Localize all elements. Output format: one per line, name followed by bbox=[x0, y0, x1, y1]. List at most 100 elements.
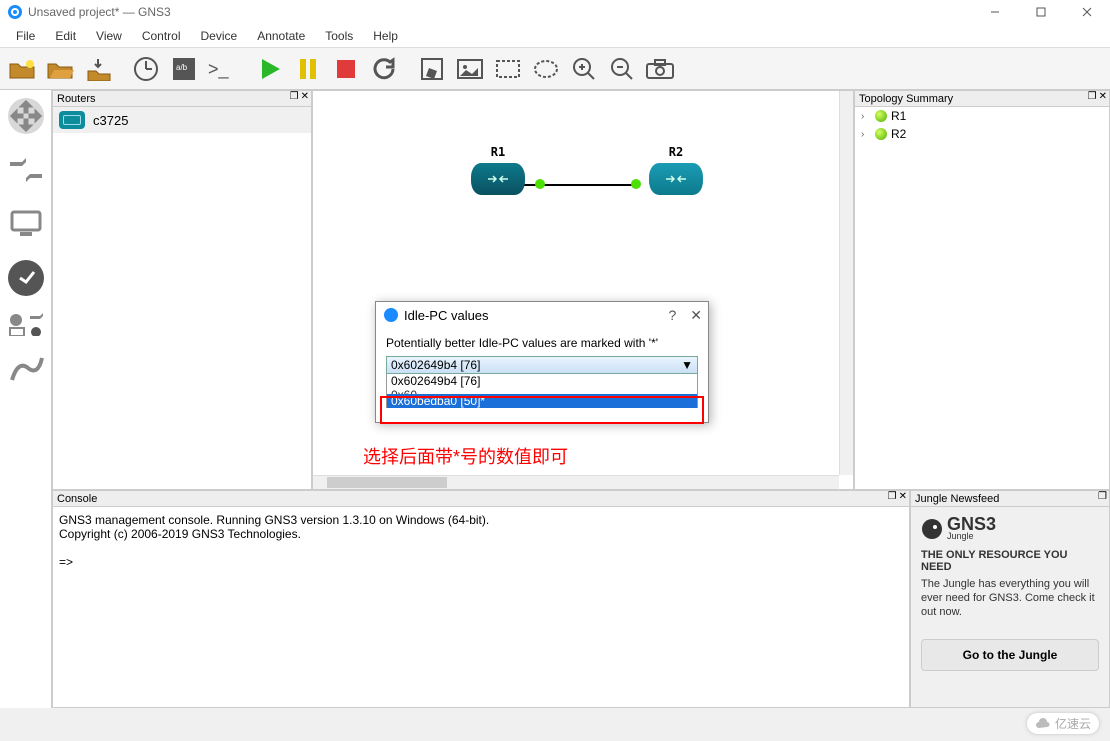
zoom-in-icon[interactable] bbox=[566, 51, 602, 87]
menu-tools[interactable]: Tools bbox=[315, 29, 363, 43]
menu-annotate[interactable]: Annotate bbox=[247, 29, 315, 43]
topology-node-name: R1 bbox=[891, 109, 906, 123]
routers-title-text: Routers bbox=[57, 93, 96, 105]
chameleon-icon bbox=[921, 518, 943, 540]
end-devices-category-icon[interactable] bbox=[4, 202, 48, 246]
menu-edit[interactable]: Edit bbox=[45, 29, 86, 43]
play-icon[interactable] bbox=[252, 51, 288, 87]
topology-canvas[interactable]: R1 R2 Idle-PC values ? ✕ Potentially bet… bbox=[312, 90, 854, 490]
app-icon bbox=[8, 5, 22, 19]
console-title-text: Console bbox=[57, 493, 97, 505]
router-icon bbox=[59, 111, 85, 129]
dialog-close-icon[interactable]: ✕ bbox=[690, 307, 702, 324]
panel-close-icon[interactable]: ✕ bbox=[1099, 91, 1107, 102]
chevron-down-icon: ▼ bbox=[681, 358, 693, 372]
menu-file[interactable]: File bbox=[6, 29, 45, 43]
svg-text:a/b: a/b bbox=[176, 63, 188, 72]
topology-panel-title: Topology Summary ❐✕ bbox=[855, 91, 1109, 107]
dialog-title-text: Idle-PC values bbox=[404, 308, 489, 323]
panel-float-icon[interactable]: ❐ bbox=[290, 91, 299, 102]
stop-icon[interactable] bbox=[328, 51, 364, 87]
menu-view[interactable]: View bbox=[86, 29, 132, 43]
jungle-newsfeed-panel: Jungle Newsfeed ❐ GNS3 Jungle THE ONLY R… bbox=[910, 490, 1110, 708]
status-running-icon bbox=[875, 128, 887, 140]
canvas-scrollbar-horizontal[interactable] bbox=[313, 475, 839, 489]
panel-close-icon[interactable]: ✕ bbox=[899, 491, 907, 502]
canvas-scrollbar-vertical[interactable] bbox=[839, 91, 853, 475]
jungle-title-text: Jungle Newsfeed bbox=[915, 493, 999, 505]
panel-float-icon[interactable]: ❐ bbox=[888, 491, 897, 502]
router-template-item[interactable]: c3725 bbox=[53, 107, 311, 133]
idle-pc-dialog: Idle-PC values ? ✕ Potentially better Id… bbox=[375, 301, 709, 423]
cloud-icon bbox=[1035, 718, 1051, 730]
console-output[interactable]: GNS3 management console. Running GNS3 ve… bbox=[53, 507, 909, 707]
node-label-r2: R2 bbox=[649, 145, 703, 159]
router-shape-icon bbox=[471, 163, 525, 195]
watermark: 亿速云 bbox=[1026, 712, 1100, 735]
link-endpoint-r1[interactable] bbox=[535, 179, 545, 189]
jungle-logo-text: GNS3 bbox=[947, 517, 996, 531]
combobox-value: 0x602649b4 [76] bbox=[391, 358, 480, 372]
snapshot-icon[interactable] bbox=[128, 51, 164, 87]
title-bar: Unsaved project* — GNS3 bbox=[0, 0, 1110, 24]
dialog-help-icon[interactable]: ? bbox=[668, 307, 676, 324]
pause-icon[interactable] bbox=[290, 51, 326, 87]
save-project-icon[interactable] bbox=[80, 51, 116, 87]
add-link-icon[interactable] bbox=[4, 348, 48, 392]
open-project-icon[interactable] bbox=[42, 51, 78, 87]
routers-panel: Routers ❐✕ c3725 bbox=[52, 90, 312, 490]
jungle-headline: THE ONLY RESOURCE YOU NEED bbox=[921, 549, 1099, 573]
node-label-r1: R1 bbox=[471, 145, 525, 159]
status-running-icon bbox=[875, 110, 887, 122]
annotate-note-icon[interactable] bbox=[414, 51, 450, 87]
all-devices-icon[interactable] bbox=[4, 310, 48, 338]
expand-icon[interactable]: › bbox=[861, 129, 871, 140]
panel-float-icon[interactable]: ❐ bbox=[1088, 91, 1097, 102]
dialog-app-icon bbox=[384, 308, 398, 322]
expand-icon[interactable]: › bbox=[861, 111, 871, 122]
router-shape-icon bbox=[649, 163, 703, 195]
toolbar: a/b >_ bbox=[0, 48, 1110, 90]
annotate-rectangle-icon[interactable] bbox=[490, 51, 526, 87]
combobox-option[interactable]: 0x602649b4 [76] bbox=[387, 374, 697, 388]
dialog-titlebar[interactable]: Idle-PC values ? ✕ bbox=[376, 302, 708, 328]
jungle-logo: GNS3 Jungle bbox=[921, 517, 1099, 541]
close-button[interactable] bbox=[1064, 0, 1110, 24]
reload-icon[interactable] bbox=[366, 51, 402, 87]
menu-device[interactable]: Device bbox=[191, 29, 248, 43]
topology-item[interactable]: › R1 bbox=[855, 107, 1109, 125]
show-names-icon[interactable]: a/b bbox=[166, 51, 202, 87]
annotate-ellipse-icon[interactable] bbox=[528, 51, 564, 87]
idle-pc-combobox[interactable]: 0x602649b4 [76] ▼ bbox=[386, 356, 698, 374]
device-toolbar bbox=[0, 90, 52, 490]
console-panel-title: Console ❐✕ bbox=[53, 491, 909, 507]
routers-category-icon[interactable] bbox=[4, 94, 48, 138]
new-project-icon[interactable] bbox=[4, 51, 40, 87]
leftbar-spacer bbox=[0, 490, 52, 708]
router-template-name: c3725 bbox=[93, 113, 128, 128]
console-icon[interactable]: >_ bbox=[204, 51, 240, 87]
dialog-hint-text: Potentially better Idle-PC values are ma… bbox=[386, 336, 698, 350]
svg-text:>_: >_ bbox=[208, 59, 230, 79]
maximize-button[interactable] bbox=[1018, 0, 1064, 24]
minimize-button[interactable] bbox=[972, 0, 1018, 24]
jungle-description: The Jungle has everything you will ever … bbox=[921, 577, 1099, 619]
window-title: Unsaved project* — GNS3 bbox=[28, 5, 171, 19]
switches-category-icon[interactable] bbox=[4, 148, 48, 192]
zoom-out-icon[interactable] bbox=[604, 51, 640, 87]
annotate-image-icon[interactable] bbox=[452, 51, 488, 87]
link-endpoint-r2[interactable] bbox=[631, 179, 641, 189]
menu-help[interactable]: Help bbox=[363, 29, 408, 43]
menu-control[interactable]: Control bbox=[132, 29, 191, 43]
console-panel: Console ❐✕ GNS3 management console. Runn… bbox=[52, 490, 910, 708]
panel-float-icon[interactable]: ❐ bbox=[1098, 491, 1107, 502]
node-r1[interactable]: R1 bbox=[471, 145, 525, 195]
go-to-jungle-button[interactable]: Go to the Jungle bbox=[921, 639, 1099, 671]
panel-close-icon[interactable]: ✕ bbox=[301, 91, 309, 102]
security-category-icon[interactable] bbox=[4, 256, 48, 300]
menu-bar: File Edit View Control Device Annotate T… bbox=[0, 24, 1110, 48]
screenshot-icon[interactable] bbox=[642, 51, 678, 87]
node-r2[interactable]: R2 bbox=[649, 145, 703, 195]
topology-item[interactable]: › R2 bbox=[855, 125, 1109, 143]
topology-node-name: R2 bbox=[891, 127, 906, 141]
